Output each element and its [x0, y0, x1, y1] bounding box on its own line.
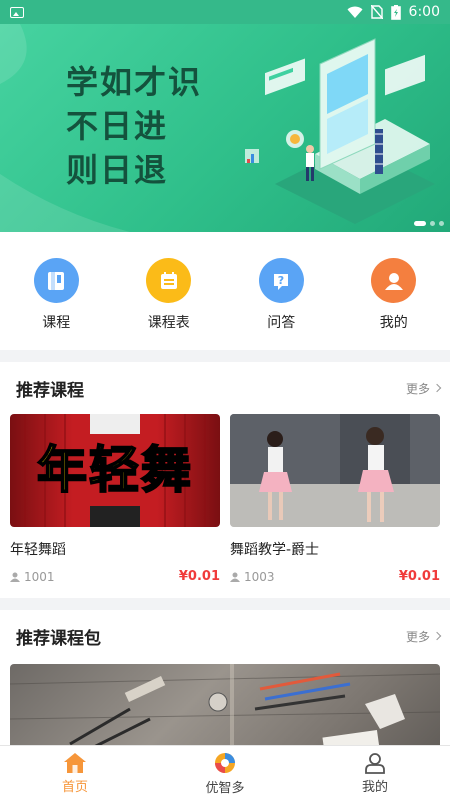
course-card[interactable]: 舞蹈教学-爵士 1003 ¥0.01: [230, 414, 440, 584]
carousel-dot: [414, 221, 426, 226]
quick-nav: 课程 课程表 ? 问答 我的: [0, 232, 450, 350]
more-label: 更多: [405, 629, 430, 644]
status-time: 6:00: [408, 4, 440, 20]
schedule-icon: [146, 258, 192, 303]
profile-icon: [365, 752, 385, 774]
course-price: ¥0.01: [398, 569, 440, 584]
nav-qa[interactable]: ? 问答: [225, 232, 338, 350]
no-sim-icon: [370, 5, 383, 19]
course-thumbnail: 年轻舞: [10, 414, 220, 527]
banner-slogan: 学如才识 不日进 则日退: [66, 60, 202, 192]
logo-icon: [214, 752, 235, 773]
tab-label: 我的: [361, 779, 388, 795]
view-count: 1001: [24, 569, 55, 584]
nav-label: 我的: [379, 315, 408, 331]
course-thumbnail: [230, 414, 440, 527]
carousel-dot: [430, 221, 435, 226]
image-notification-icon: [10, 6, 24, 18]
course-price: ¥0.01: [178, 569, 220, 584]
more-label: 更多: [405, 381, 430, 396]
carousel-indicator: [414, 221, 444, 226]
nav-courses[interactable]: 课程: [0, 232, 113, 350]
tab-label: 优智多: [205, 780, 245, 796]
slogan-line: 则日退: [66, 151, 169, 189]
chevron-right-icon: [432, 631, 442, 641]
more-link[interactable]: 更多: [405, 628, 442, 645]
tab-home[interactable]: 首页: [0, 746, 150, 800]
svg-text:?: ?: [278, 274, 284, 287]
slogan-line: 学如才识: [66, 63, 203, 101]
tab-youzhiduo[interactable]: 优智多: [150, 746, 300, 800]
status-bar: 6:00: [0, 0, 450, 24]
nav-mine[interactable]: 我的: [338, 232, 450, 350]
course-card[interactable]: 年轻舞 年轻舞蹈 1001 ¥0.01: [10, 414, 220, 584]
section-title: 推荐课程包: [16, 628, 101, 649]
wifi-icon: [347, 6, 363, 18]
tab-mine[interactable]: 我的: [300, 746, 450, 800]
user-icon: [371, 258, 417, 303]
home-icon: [63, 752, 86, 773]
battery-icon: [390, 4, 401, 20]
carousel-dot: [439, 221, 444, 226]
dance-class-photo: [230, 414, 440, 527]
nav-schedule[interactable]: 课程表: [113, 232, 226, 350]
book-icon: [33, 258, 79, 303]
user-count-icon: [230, 572, 240, 582]
isometric-tech-illustration: [245, 38, 435, 224]
thumbnail-title: 年轻舞: [36, 440, 193, 500]
user-count-icon: [10, 572, 20, 582]
course-title: 舞蹈教学-爵士: [230, 542, 320, 558]
recommended-courses-section: 推荐课程 更多 年轻舞 年轻舞蹈 1001 ¥0.01 舞蹈教学-爵士 1003…: [0, 362, 450, 598]
bottom-tab-bar: 首页 优智多 我的: [0, 745, 450, 800]
section-title: 推荐课程: [16, 380, 84, 401]
view-count: 1003: [244, 569, 275, 584]
nav-label: 问答: [267, 315, 296, 331]
nav-label: 课程表: [147, 315, 190, 331]
more-link[interactable]: 更多: [405, 380, 442, 397]
nav-label: 课程: [42, 315, 71, 331]
slogan-line: 不日进: [66, 107, 169, 145]
question-icon: ?: [258, 258, 304, 303]
banner-carousel[interactable]: 学如才识 不日进 则日退: [0, 24, 450, 232]
chevron-right-icon: [432, 383, 442, 393]
course-title: 年轻舞蹈: [10, 542, 66, 558]
tab-label: 首页: [61, 779, 88, 795]
